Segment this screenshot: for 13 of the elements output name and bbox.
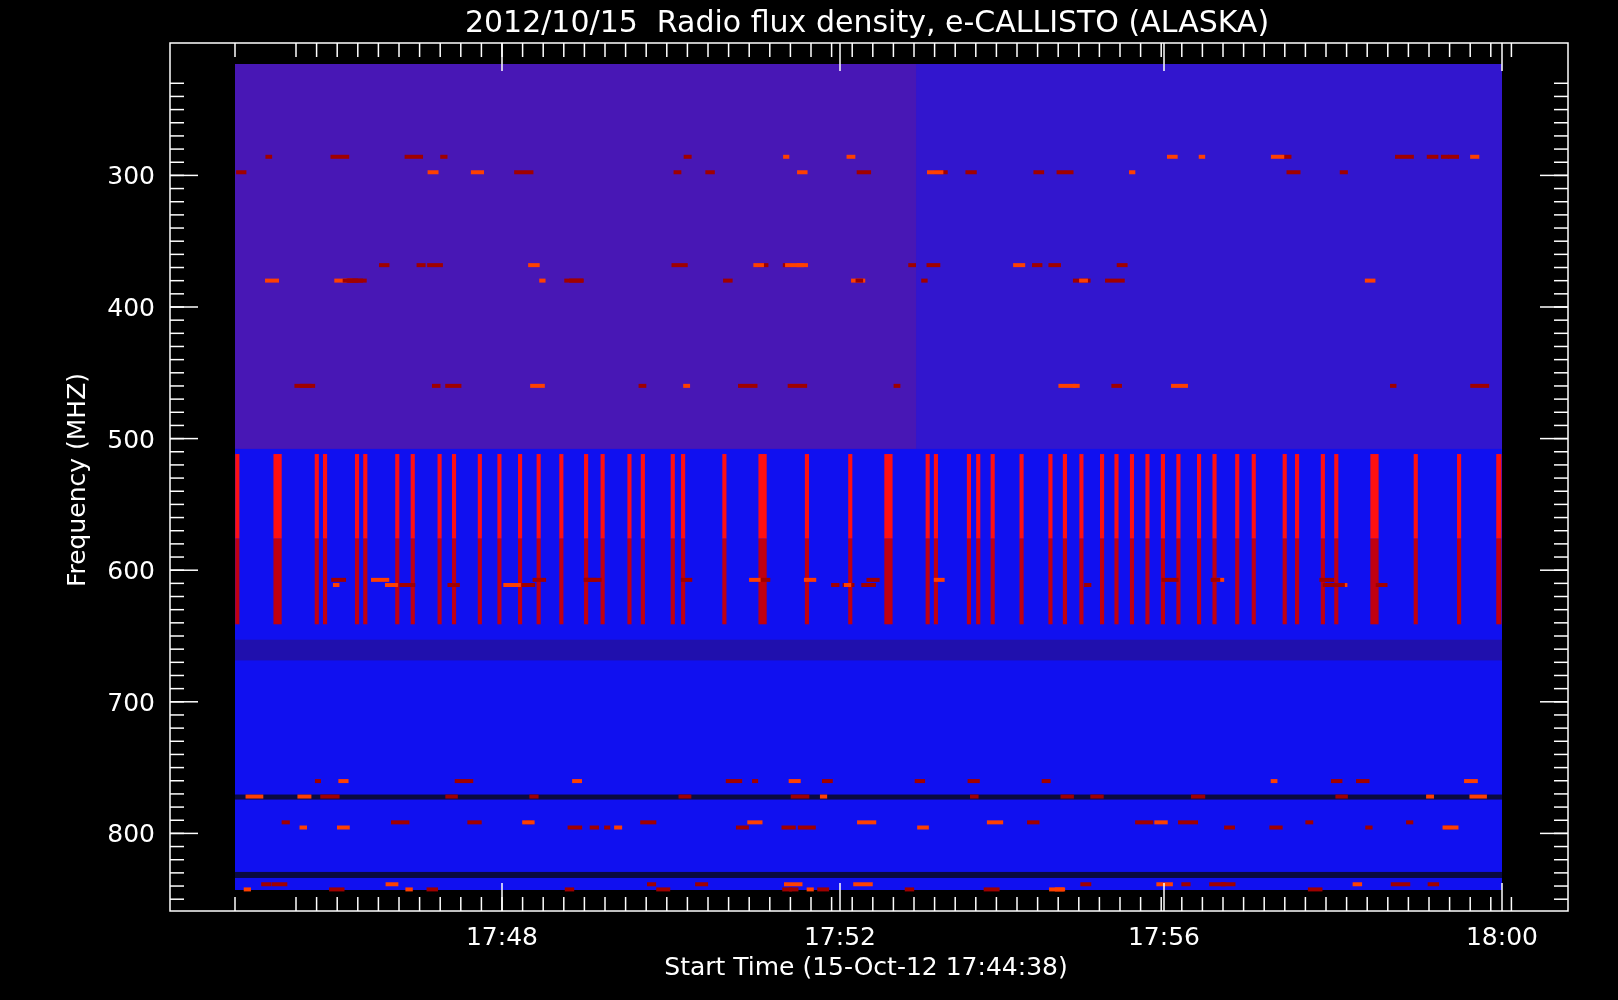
axis-tick-label: 700: [107, 687, 155, 717]
axis-tick-label: 800: [107, 819, 155, 849]
axis-tick-label: 17:56: [1128, 922, 1200, 951]
axis-title: Start Time (15-Oct-12 17:44:38): [664, 952, 1068, 981]
plot-title: 2012/10/15 Radio flux density, e-CALLISTO (ALASKA): [464, 4, 1270, 39]
axis-tick-label: 300: [107, 161, 155, 191]
axis-tick-label: 18:00: [1466, 922, 1538, 951]
axis-tick-label: 500: [107, 424, 155, 454]
axis-tick-label: 17:48: [466, 922, 538, 951]
axis-title: Frequency (MHZ): [62, 372, 91, 588]
axis-tick-label: 17:52: [804, 922, 876, 951]
axis-tick-label: 600: [107, 556, 155, 586]
axis-tick-label: 400: [107, 293, 155, 322]
